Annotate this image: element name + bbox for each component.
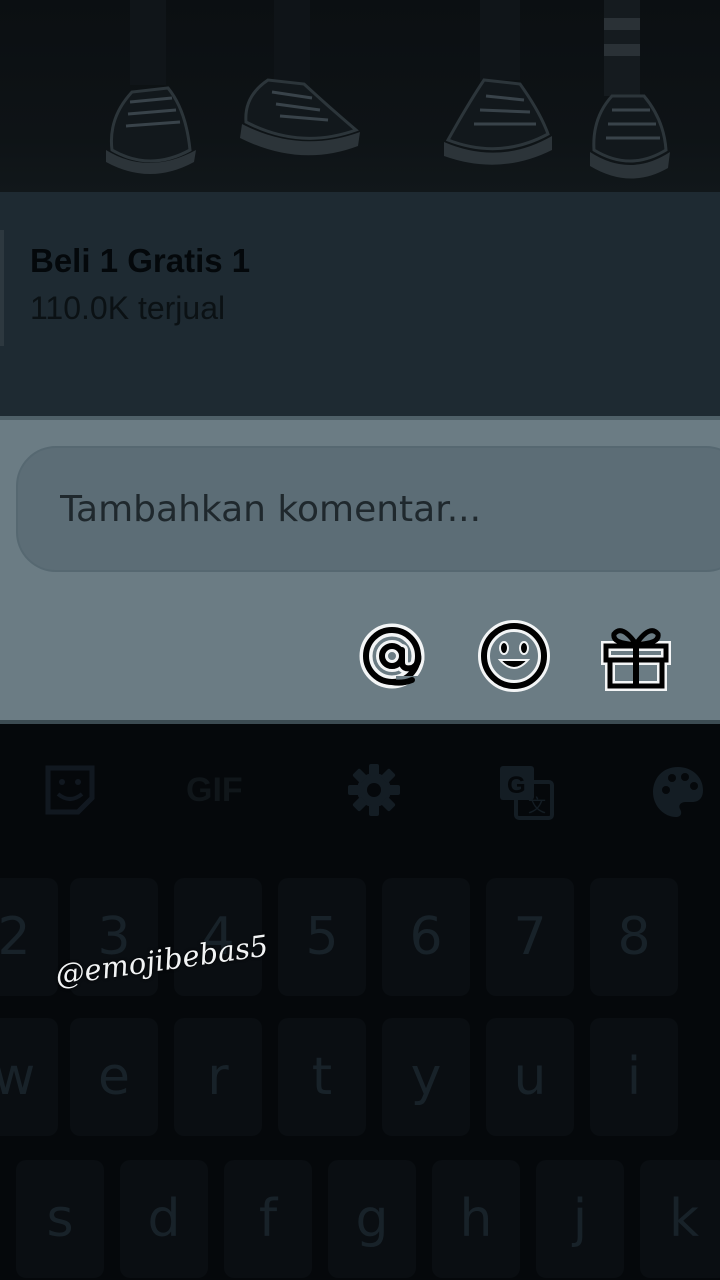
key-k[interactable]: k <box>640 1160 720 1278</box>
product-image <box>0 0 720 192</box>
key-u[interactable]: u <box>486 1018 574 1136</box>
key-i[interactable]: i <box>590 1018 678 1136</box>
sticker-icon[interactable] <box>44 764 96 816</box>
key-s[interactable]: s <box>16 1160 104 1278</box>
key-g[interactable]: g <box>328 1160 416 1278</box>
emoji-icon[interactable] <box>478 620 550 692</box>
svg-text:文: 文 <box>528 796 546 817</box>
sneakers-illustration <box>106 0 670 179</box>
key-e[interactable]: e <box>70 1018 158 1136</box>
key-w[interactable]: w <box>0 1018 58 1136</box>
key-d[interactable]: d <box>120 1160 208 1278</box>
key-f[interactable]: f <box>224 1160 312 1278</box>
key-j[interactable]: j <box>536 1160 624 1278</box>
product-banner[interactable]: Beli 1 Gratis 1 110.0K terjual <box>0 192 720 416</box>
gift-icon[interactable] <box>600 620 672 692</box>
key-r[interactable]: r <box>174 1018 262 1136</box>
sold-count: 110.0K terjual <box>30 290 226 326</box>
key-8[interactable]: 8 <box>590 878 678 996</box>
svg-text:G: G <box>507 772 526 799</box>
gear-icon[interactable] <box>348 764 400 816</box>
key-y[interactable]: y <box>382 1018 470 1136</box>
gif-button[interactable]: GIF <box>186 764 256 816</box>
mention-icon[interactable] <box>356 620 428 692</box>
key-h[interactable]: h <box>432 1160 520 1278</box>
key-6[interactable]: 6 <box>382 878 470 996</box>
product-thumbnail-edge <box>0 230 4 346</box>
comment-panel <box>0 416 720 726</box>
key-2[interactable]: 2 <box>0 878 58 996</box>
key-5[interactable]: 5 <box>278 878 366 996</box>
key-7[interactable]: 7 <box>486 878 574 996</box>
translate-icon[interactable]: G 文 <box>498 764 554 820</box>
promo-title: Beli 1 Gratis 1 <box>30 242 251 279</box>
palette-icon[interactable] <box>650 764 706 817</box>
key-t[interactable]: t <box>278 1018 366 1136</box>
comment-input[interactable] <box>16 446 720 572</box>
